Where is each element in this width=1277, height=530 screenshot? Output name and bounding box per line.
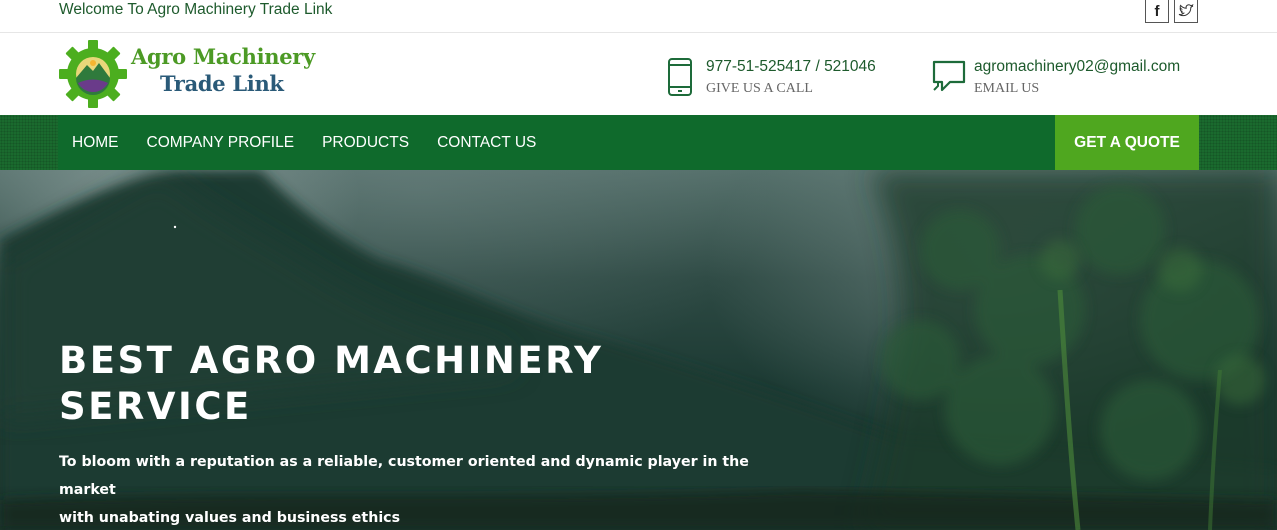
nav-item-contact-us[interactable]: CONTACT US: [423, 115, 550, 170]
hero-subtitle: To bloom with a reputation as a reliable…: [59, 448, 779, 530]
hero-title-line-2: SERVICE: [59, 385, 252, 428]
phone-label: GIVE US A CALL: [706, 81, 813, 96]
nav-item-company-profile[interactable]: COMPANY PROFILE: [133, 115, 309, 170]
email-address[interactable]: agromachinery02@gmail.com: [974, 58, 1180, 76]
email-label: EMAIL US: [974, 81, 1040, 96]
logo-line-2: Trade Link: [160, 71, 284, 96]
nav-item-home[interactable]: HOME: [58, 115, 133, 170]
hero-title-line-1: BEST AGRO MACHINERY: [59, 339, 604, 382]
hero-subtitle-line-1: To bloom with a reputation as a reliable…: [59, 454, 749, 498]
phone-number[interactable]: 977-51-525417 / 521046: [706, 58, 876, 76]
hero-banner: BEST AGRO MACHINERY SERVICE To bloom wit…: [0, 170, 1277, 530]
mobile-phone-icon: [668, 58, 692, 96]
chat-bubble-icon: [932, 60, 966, 92]
hero-title: BEST AGRO MACHINERY SERVICE: [59, 338, 759, 430]
logo-text[interactable]: Agro Machinery Trade Link: [131, 43, 315, 97]
facebook-icon[interactable]: f: [1145, 0, 1169, 23]
top-bar: Welcome To Agro Machinery Trade Link f: [0, 0, 1277, 33]
get-a-quote-button[interactable]: GET A QUOTE: [1055, 115, 1199, 170]
twitter-icon[interactable]: [1174, 0, 1198, 23]
welcome-text: Welcome To Agro Machinery Trade Link: [59, 1, 333, 18]
nav-item-products[interactable]: PRODUCTS: [308, 115, 423, 170]
logo-line-1: Agro Machinery: [131, 44, 315, 69]
nav-menu: HOME COMPANY PROFILE PRODUCTS CONTACT US: [58, 115, 1058, 170]
logo-gear-icon[interactable]: [59, 40, 127, 108]
hero-subtitle-line-2: with unabating values and business ethic…: [59, 510, 401, 526]
